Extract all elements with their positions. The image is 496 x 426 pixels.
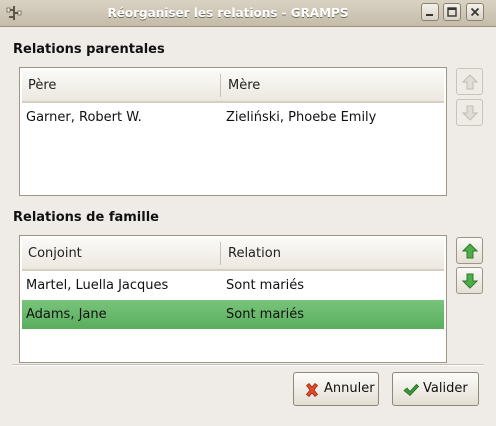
table-row[interactable]: Garner, Robert W. Zieliński, Phoebe Emil… — [22, 103, 444, 132]
column-header-spouse[interactable]: Conjoint — [28, 238, 82, 269]
column-header-mother[interactable]: Mère — [228, 70, 260, 101]
parents-list[interactable]: Père Mère Garner, Robert W. Zieliński, P… — [19, 67, 447, 196]
family-section-title: Relations de famille — [13, 210, 159, 225]
down-arrow-icon — [462, 105, 478, 121]
cancel-button[interactable]: Annuler — [293, 372, 379, 406]
column-separator[interactable] — [220, 242, 221, 265]
relation-cell: Sont mariés — [226, 278, 305, 293]
gramps-app-icon[interactable] — [6, 5, 22, 21]
parents-section-title: Relations parentales — [13, 42, 165, 57]
reorder-relations-dialog: Réorganiser les relations - GRAMPS Relat… — [0, 0, 496, 426]
spouse-cell: Adams, Jane — [26, 307, 107, 322]
ok-button-label: Valider — [423, 381, 468, 396]
parents-move-down-button[interactable] — [456, 99, 483, 126]
green-check-icon — [403, 382, 420, 398]
parents-move-up-button[interactable] — [456, 68, 483, 95]
close-icon — [470, 7, 480, 17]
relation-cell: Sont mariés — [226, 307, 305, 322]
window-title: Réorganiser les relations - GRAMPS — [107, 6, 349, 20]
family-list[interactable]: Conjoint Relation Martel, Luella Jacques… — [19, 235, 447, 363]
parents-list-header: Père Mère — [22, 70, 444, 103]
cancel-button-label: Annuler — [324, 381, 375, 396]
title-bar[interactable]: Réorganiser les relations - GRAMPS — [0, 0, 496, 27]
table-row-selected[interactable]: Adams, Jane Sont mariés — [22, 300, 444, 329]
column-header-relation[interactable]: Relation — [228, 238, 281, 269]
up-arrow-icon — [462, 243, 478, 259]
table-row[interactable]: Martel, Luella Jacques Sont mariés — [22, 271, 444, 300]
ok-button[interactable]: Valider — [392, 372, 479, 406]
down-arrow-icon — [462, 273, 478, 289]
family-list-header: Conjoint Relation — [22, 238, 444, 271]
family-move-up-button[interactable] — [456, 237, 483, 264]
red-x-icon — [304, 382, 320, 398]
separator — [12, 364, 484, 366]
column-header-father[interactable]: Père — [28, 70, 56, 101]
mother-cell: Zieliński, Phoebe Emily — [226, 110, 377, 125]
minimize-button[interactable] — [421, 3, 439, 21]
close-button[interactable] — [466, 3, 484, 21]
maximize-button[interactable] — [443, 3, 461, 21]
maximize-icon — [447, 7, 457, 17]
family-move-down-button[interactable] — [456, 267, 483, 294]
father-cell: Garner, Robert W. — [26, 110, 142, 125]
minimize-icon — [426, 14, 433, 16]
spouse-cell: Martel, Luella Jacques — [26, 278, 169, 293]
column-separator[interactable] — [220, 74, 221, 97]
up-arrow-icon — [462, 74, 478, 90]
